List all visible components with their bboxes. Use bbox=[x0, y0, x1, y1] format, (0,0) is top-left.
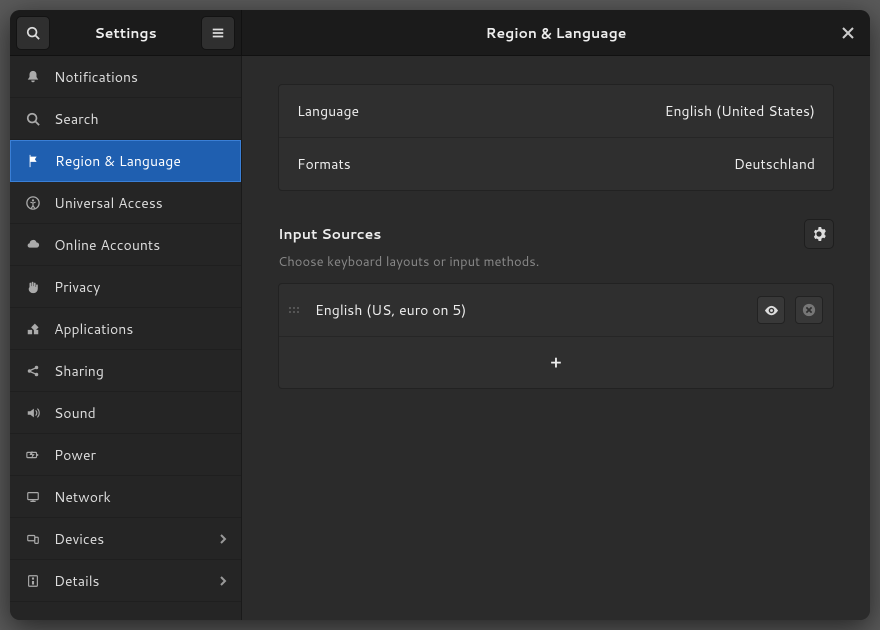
sidebar-item-devices[interactable]: Devices bbox=[10, 518, 241, 560]
remove-icon bbox=[802, 303, 816, 317]
accessibility-icon bbox=[24, 196, 42, 210]
language-formats-panel: Language English (United States) Formats… bbox=[278, 84, 834, 191]
input-sources-header: Input Sources bbox=[278, 219, 834, 249]
sidebar-item-sharing[interactable]: Sharing bbox=[10, 350, 241, 392]
apps-icon bbox=[24, 322, 42, 336]
language-row[interactable]: Language English (United States) bbox=[279, 85, 833, 138]
search-button[interactable] bbox=[16, 16, 50, 50]
titlebar-right: Region & Language bbox=[242, 10, 870, 55]
sidebar-item-universal-access[interactable]: Universal Access bbox=[10, 182, 241, 224]
window-body: Notifications Search Region & Language U… bbox=[10, 56, 870, 620]
search-icon bbox=[26, 26, 40, 40]
sidebar-item-details[interactable]: Details bbox=[10, 560, 241, 602]
details-icon bbox=[24, 574, 42, 588]
input-sources-subtitle: Choose keyboard layouts or input methods… bbox=[278, 253, 834, 271]
sidebar-item-online-accounts[interactable]: Online Accounts bbox=[10, 224, 241, 266]
input-source-row[interactable]: English (US, euro on 5) bbox=[279, 284, 833, 337]
sidebar-item-label: Online Accounts bbox=[54, 235, 160, 255]
plus-icon: + bbox=[551, 351, 562, 374]
input-source-name: English (US, euro on 5) bbox=[309, 300, 747, 320]
bell-icon bbox=[24, 70, 42, 84]
add-input-source-button[interactable]: + bbox=[279, 337, 833, 388]
input-sources-title: Input Sources bbox=[278, 224, 381, 244]
sidebar-item-privacy[interactable]: Privacy bbox=[10, 266, 241, 308]
sound-icon bbox=[24, 406, 42, 420]
hand-icon bbox=[24, 280, 42, 294]
formats-label: Formats bbox=[297, 154, 351, 174]
share-icon bbox=[24, 364, 42, 378]
flag-icon bbox=[25, 154, 43, 168]
sidebar-item-label: Region & Language bbox=[55, 151, 181, 171]
devices-icon bbox=[24, 532, 42, 546]
chevron-right-icon bbox=[219, 533, 227, 545]
sidebar-item-power[interactable]: Power bbox=[10, 434, 241, 476]
sidebar-item-label: Power bbox=[54, 445, 96, 465]
sidebar-item-region-language[interactable]: Region & Language bbox=[10, 140, 241, 182]
sidebar-item-label: Applications bbox=[54, 319, 133, 339]
sidebar-item-applications[interactable]: Applications bbox=[10, 308, 241, 350]
input-sources-options-button[interactable] bbox=[804, 219, 834, 249]
input-sources-list: English (US, euro on 5) + bbox=[278, 283, 834, 389]
language-value: English (United States) bbox=[665, 101, 815, 121]
sidebar-item-network[interactable]: Network bbox=[10, 476, 241, 518]
sidebar-item-label: Universal Access bbox=[54, 193, 163, 213]
network-icon bbox=[24, 490, 42, 504]
hamburger-icon bbox=[211, 26, 225, 40]
page-title: Region & Language bbox=[486, 23, 627, 43]
formats-value: Deutschland bbox=[734, 154, 815, 174]
sidebar-item-label: Devices bbox=[54, 529, 104, 549]
app-title: Settings bbox=[54, 23, 197, 43]
settings-window: Settings Region & Language Notifications… bbox=[10, 10, 870, 620]
titlebar: Settings Region & Language bbox=[10, 10, 870, 56]
remove-input-source-button[interactable] bbox=[795, 296, 823, 324]
sidebar-item-search[interactable]: Search bbox=[10, 98, 241, 140]
sidebar-item-label: Notifications bbox=[54, 67, 138, 87]
show-layout-button[interactable] bbox=[757, 296, 785, 324]
chevron-right-icon bbox=[219, 575, 227, 587]
formats-row[interactable]: Formats Deutschland bbox=[279, 138, 833, 190]
sidebar-item-label: Sharing bbox=[54, 361, 104, 381]
power-icon bbox=[24, 448, 42, 462]
sidebar-item-label: Network bbox=[54, 487, 111, 507]
sidebar-item-label: Search bbox=[54, 109, 99, 129]
close-icon bbox=[842, 27, 854, 39]
cloud-icon bbox=[24, 238, 42, 252]
eye-icon bbox=[764, 303, 779, 318]
close-button[interactable] bbox=[836, 21, 860, 45]
search-icon bbox=[24, 112, 42, 126]
sidebar-item-label: Sound bbox=[54, 403, 96, 423]
menu-button[interactable] bbox=[201, 16, 235, 50]
titlebar-left: Settings bbox=[10, 10, 242, 55]
sidebar-item-label: Privacy bbox=[54, 277, 100, 297]
sidebar-item-notifications[interactable]: Notifications bbox=[10, 56, 241, 98]
sidebar-item-sound[interactable]: Sound bbox=[10, 392, 241, 434]
sidebar: Notifications Search Region & Language U… bbox=[10, 56, 242, 620]
sidebar-item-label: Details bbox=[54, 571, 100, 591]
gear-icon bbox=[812, 227, 826, 241]
content-area: Language English (United States) Formats… bbox=[242, 56, 870, 620]
drag-handle-icon[interactable] bbox=[289, 307, 299, 313]
language-label: Language bbox=[297, 101, 359, 121]
